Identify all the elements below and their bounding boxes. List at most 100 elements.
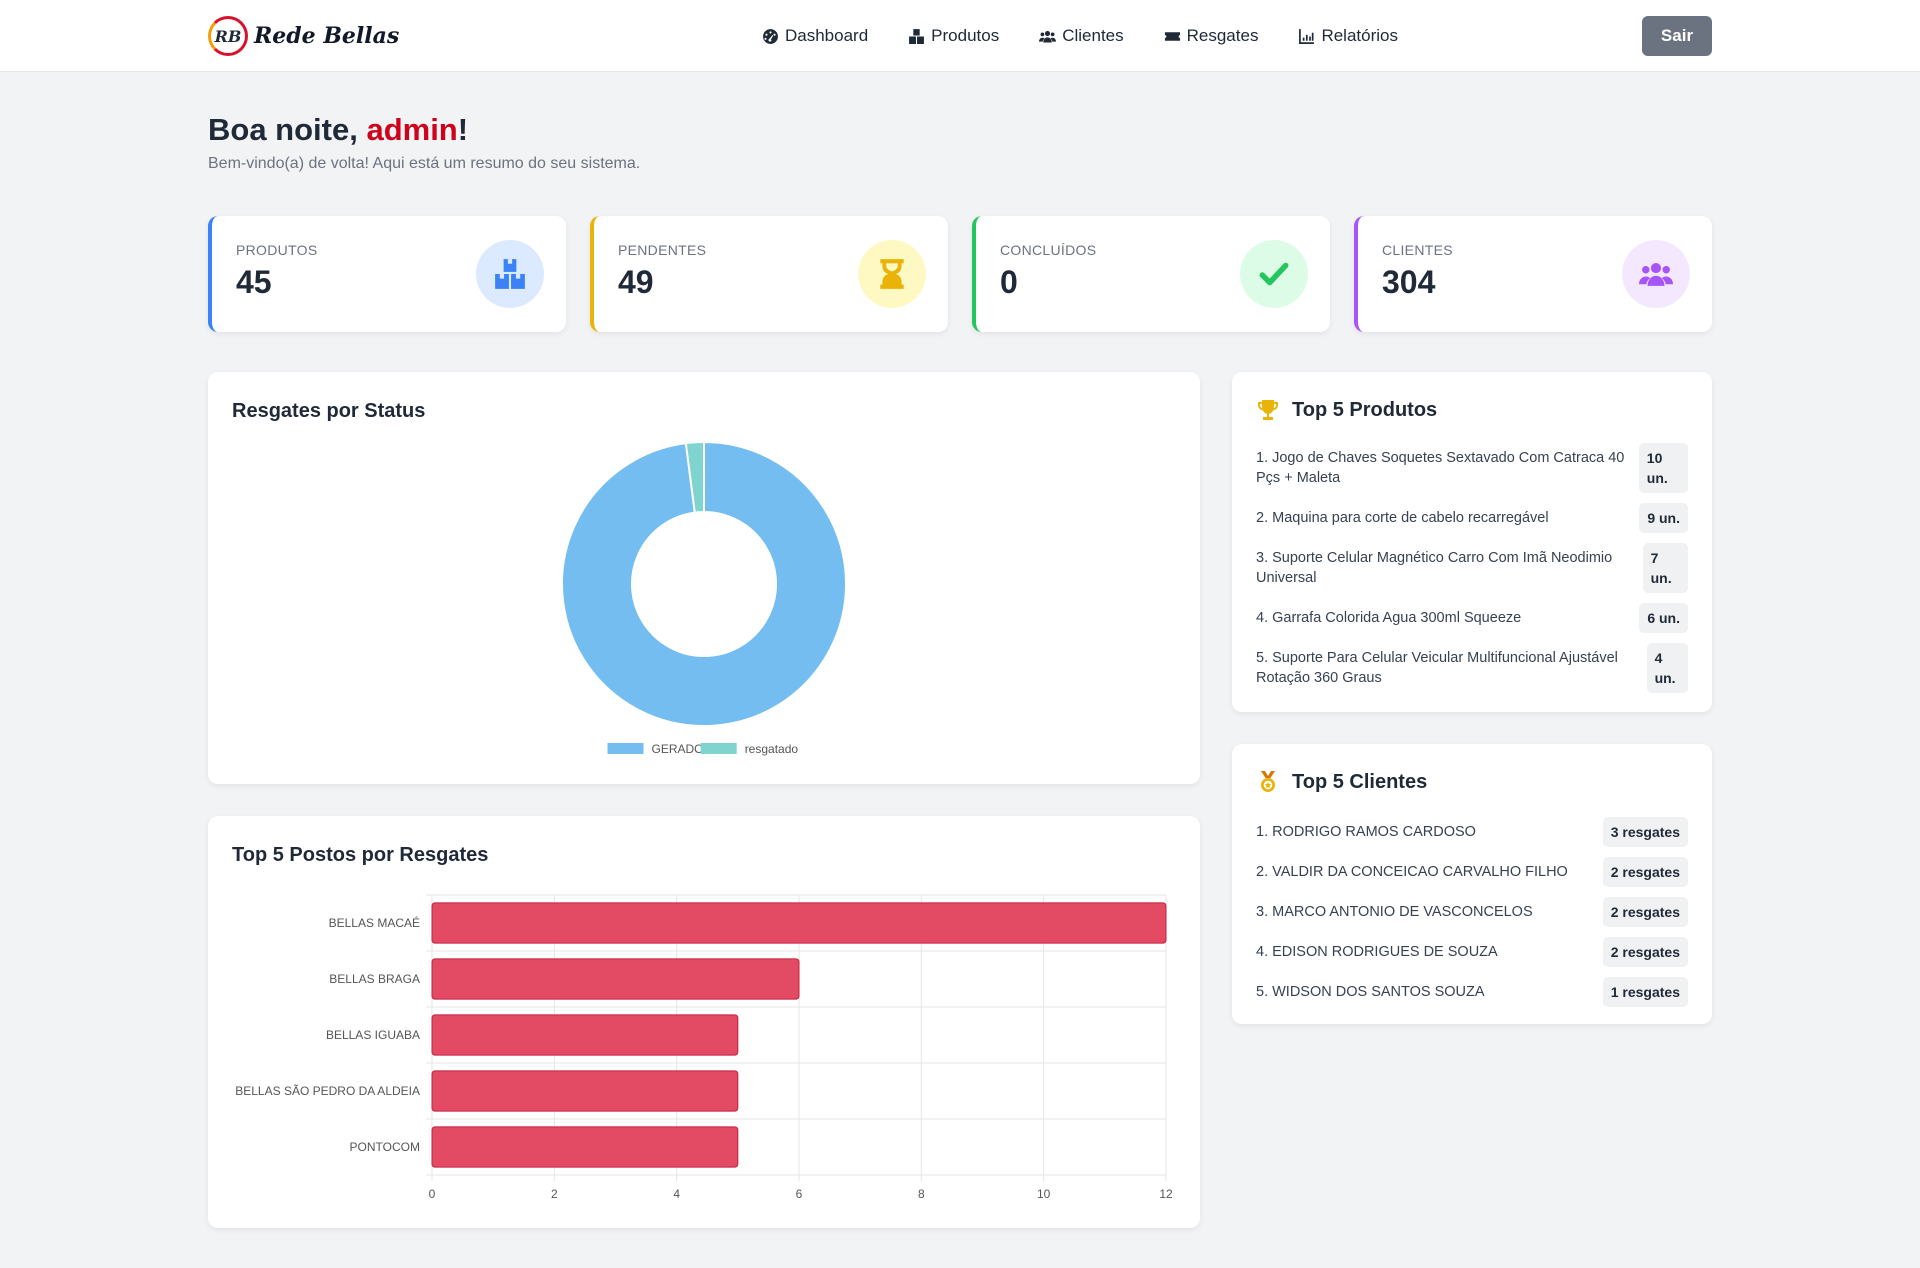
stat-value: 0 <box>1000 264 1018 300</box>
list-item: 4. EDISON RODRIGUES DE SOUZA 2 resgates <box>1256 932 1688 972</box>
list-item: 4. Garrafa Colorida Agua 300ml Squeeze 6 … <box>1256 596 1688 640</box>
nav-clientes[interactable]: Clientes <box>1039 26 1124 46</box>
list-item-name: 1. RODRIGO RAMOS CARDOSO <box>1256 824 1476 840</box>
x-tick-label: 6 <box>796 1187 803 1201</box>
list-item-name: 1. Jogo de Chaves Soquetes Sextavado Com… <box>1256 450 1625 486</box>
bar[interactable] <box>431 1070 739 1112</box>
y-tick-label: BELLAS MACAÉ <box>329 915 420 930</box>
count-badge: 10 un. <box>1638 443 1688 493</box>
list-item: 1. Jogo de Chaves Soquetes Sextavado Com… <box>1256 440 1688 496</box>
postos-bar-chart[interactable]: 0 2 4 6 8 10 12 BELLAS MACAÉ BELLAS BRAGA BELLAS … <box>208 816 1200 1228</box>
stat-card-produtos[interactable]: PRODUTOS 45 <box>208 216 566 332</box>
x-tick-label: 0 <box>429 1187 436 1201</box>
hourglass-icon <box>880 259 904 289</box>
list-item-name: 3. MARCO ANTONIO DE VASCONCELOS <box>1256 904 1533 920</box>
bar[interactable] <box>431 902 1167 944</box>
top-clientes-list: 1. RODRIGO RAMOS CARDOSO 3 resgates 2. VAL… <box>1256 812 1688 1012</box>
stat-label: CLIENTES <box>1382 242 1453 258</box>
list-item: 2. Maquina para corte de cabelo recarreg… <box>1256 496 1688 540</box>
stat-card-pendentes[interactable]: PENDENTES 49 <box>590 216 948 332</box>
brand[interactable]: RB Rede Bellas <box>208 16 399 56</box>
y-tick-label: BELLAS SÃO PEDRO DA ALDEIA <box>235 1084 420 1098</box>
list-item-name: 2. VALDIR DA CONCEICAO CARVALHO FILHO <box>1256 864 1568 880</box>
bar[interactable] <box>431 958 800 1000</box>
stat-card-clientes[interactable]: CLIENTES 304 <box>1354 216 1712 332</box>
greeting-suffix: ! <box>457 112 469 147</box>
x-tick-label: 4 <box>673 1187 680 1201</box>
list-item-name: 4. Garrafa Colorida Agua 300ml Squeeze <box>1256 610 1522 626</box>
legend-label[interactable]: resgatado <box>745 742 799 756</box>
top-clientes-panel: Top 5 Clientes 1. RODRIGO RAMOS CARDOSO 3… <box>1232 744 1712 1024</box>
list-item-name: 3. Suporte Celular Magnético Carro Com I… <box>1256 550 1613 586</box>
status-donut-chart[interactable]: GERADO resgatado <box>208 372 1200 784</box>
greeting-user: admin <box>366 112 458 147</box>
count-badge: 4 un. <box>1646 643 1688 693</box>
top-produtos-title: Top 5 Produtos <box>1292 398 1438 421</box>
top-produtos-heading: Top 5 Produtos <box>1256 398 1437 422</box>
count-badge: 3 resgates <box>1602 817 1688 847</box>
greeting-subtitle: Bem-vindo(a) de volta! Aqui está um resu… <box>208 155 641 172</box>
count-badge: 2 resgates <box>1602 897 1688 927</box>
nav-relatorios-label: Relatórios <box>1321 26 1398 45</box>
nav-relatorios[interactable]: Relatórios <box>1298 26 1398 46</box>
postos-chart-panel: Top 5 Postos por Resgates 0 2 4 6 8 10 12 BELLA… <box>208 816 1200 1228</box>
stat-label: CONCLUÍDOS <box>1000 242 1097 258</box>
medal-icon <box>1261 771 1275 792</box>
list-item: 1. RODRIGO RAMOS CARDOSO 3 resgates <box>1256 812 1688 852</box>
count-badge: 7 un. <box>1642 543 1688 593</box>
chart-line-icon <box>1299 28 1315 44</box>
status-chart-panel: Resgates por Status GERADO resgatado <box>208 372 1200 784</box>
top-produtos-list: 1. Jogo de Chaves Soquetes Sextavado Com… <box>1256 440 1688 696</box>
nav-links: Dashboard Produtos Clientes Resgates Rel… <box>762 0 1398 72</box>
users-icon <box>1639 262 1673 286</box>
nav-dashboard-label: Dashboard <box>784 26 869 45</box>
nav-resgates[interactable]: Resgates <box>1164 26 1259 46</box>
gauge-icon <box>763 28 778 44</box>
y-tick-label: BELLAS IGUABA <box>326 1028 420 1042</box>
greeting-prefix: Boa noite, <box>208 112 367 147</box>
legend-swatch[interactable] <box>700 743 737 754</box>
stat-label: PENDENTES <box>618 242 707 258</box>
stat-icon-circle <box>858 240 926 308</box>
count-badge: 2 resgates <box>1602 857 1688 887</box>
list-item-name: 5. Suporte Para Celular Veicular Multifu… <box>1256 650 1618 686</box>
stat-icon-circle <box>476 240 544 308</box>
bar[interactable] <box>431 1126 739 1168</box>
stat-value: 49 <box>618 264 654 300</box>
greeting-heading: Boa noite, admin! <box>208 112 468 148</box>
list-item: 3. MARCO ANTONIO DE VASCONCELOS 2 resgate… <box>1256 892 1688 932</box>
x-tick-label: 12 <box>1159 1187 1173 1201</box>
list-item-name: 2. Maquina para corte de cabelo recarreg… <box>1256 510 1549 526</box>
stat-icon-circle <box>1622 240 1690 308</box>
x-tick-label: 8 <box>918 1187 925 1201</box>
count-badge: 1 resgates <box>1602 977 1688 1007</box>
count-badge: 9 un. <box>1639 503 1688 533</box>
stat-value: 304 <box>1382 264 1436 300</box>
users-icon <box>1039 30 1057 42</box>
ticket-icon <box>1164 31 1180 41</box>
top-produtos-panel: Top 5 Produtos 1. Jogo de Chaves Soquete… <box>1232 372 1712 712</box>
nav-clientes-label: Clientes <box>1062 26 1124 45</box>
list-item: 5. WIDSON DOS SANTOS SOUZA 1 resgates <box>1256 972 1688 1012</box>
top-navbar: RB Rede Bellas Dashboard Produtos Client… <box>0 0 1920 72</box>
stat-value: 45 <box>236 264 272 300</box>
nav-resgates-label: Resgates <box>1186 26 1259 45</box>
brand-name: Rede Bellas <box>254 23 400 49</box>
legend-label[interactable]: GERADO <box>652 742 704 756</box>
legend-swatch[interactable] <box>607 743 644 754</box>
list-item-name: 5. WIDSON DOS SANTOS SOUZA <box>1256 984 1485 1000</box>
logout-button[interactable]: Sair <box>1642 16 1712 56</box>
x-tick-label: 10 <box>1037 1187 1051 1201</box>
boxes-icon <box>495 259 525 289</box>
stat-label: PRODUTOS <box>236 242 318 258</box>
nav-produtos[interactable]: Produtos <box>908 26 999 46</box>
stat-card-concluidos[interactable]: CONCLUÍDOS 0 <box>972 216 1330 332</box>
check-icon <box>1259 262 1289 286</box>
brand-logo: RB <box>208 16 248 56</box>
nav-produtos-label: Produtos <box>931 26 1000 45</box>
list-item: 3. Suporte Celular Magnético Carro Com I… <box>1256 540 1688 596</box>
nav-dashboard[interactable]: Dashboard <box>762 26 868 46</box>
list-item-name: 4. EDISON RODRIGUES DE SOUZA <box>1256 944 1498 960</box>
bar[interactable] <box>431 1014 739 1056</box>
count-badge: 2 resgates <box>1602 937 1688 967</box>
